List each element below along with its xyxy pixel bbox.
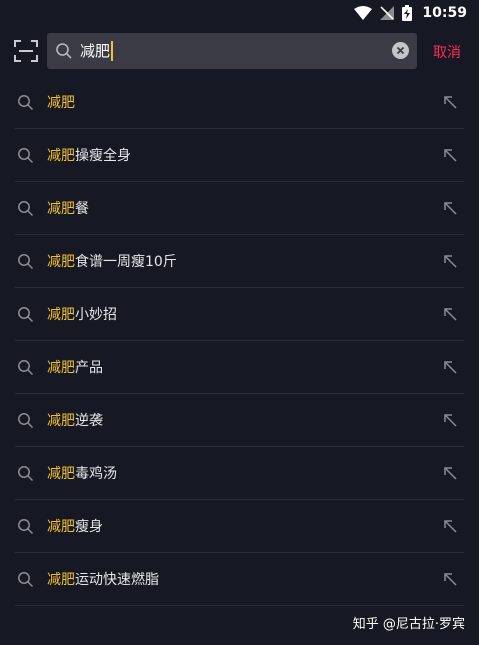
search-query[interactable]: 减肥 <box>80 40 114 61</box>
watermark: 知乎 @尼古拉·罗宾 <box>352 617 465 632</box>
suggestion-rest: 食谱一周瘦10斤 <box>75 254 177 270</box>
suggestion-item[interactable]: 减肥小妙招 <box>15 288 464 341</box>
suggestion-highlight: 减肥 <box>47 148 75 164</box>
suggestion-rest: 运动快速燃脂 <box>75 572 159 588</box>
suggestion-highlight: 减肥 <box>47 307 75 323</box>
fill-arrow-icon[interactable] <box>443 360 458 379</box>
no-signal-icon <box>380 6 395 20</box>
text-caret <box>111 40 114 61</box>
suggestion-text: 减肥瘦身 <box>47 516 103 536</box>
status-bar: 10:59 <box>0 0 479 26</box>
clear-icon[interactable] <box>392 42 409 59</box>
search-icon <box>17 359 34 380</box>
suggestion-item[interactable]: 减肥操瘦全身 <box>15 129 464 182</box>
fill-arrow-icon[interactable] <box>443 201 458 220</box>
fill-arrow-icon[interactable] <box>443 148 458 167</box>
suggestion-text: 减肥逆袭 <box>47 410 103 430</box>
fill-arrow-icon[interactable] <box>443 307 458 326</box>
suggestion-text: 减肥 <box>47 92 75 112</box>
suggestion-text: 减肥运动快速燃脂 <box>47 569 159 589</box>
fill-arrow-icon[interactable] <box>443 413 458 432</box>
suggestion-rest: 瘦身 <box>75 519 103 535</box>
suggestion-text: 减肥餐 <box>47 198 89 218</box>
search-icon <box>17 200 34 221</box>
search-icon <box>17 306 34 327</box>
search-icon <box>17 518 34 539</box>
suggestion-item[interactable]: 减肥运动快速燃脂 <box>15 553 464 606</box>
fill-arrow-icon[interactable] <box>443 466 458 485</box>
search-bar: 减肥 取消 <box>0 33 479 69</box>
suggestion-item[interactable]: 减肥餐 <box>15 182 464 235</box>
suggestion-highlight: 减肥 <box>47 572 75 588</box>
suggestion-highlight: 减肥 <box>47 360 75 376</box>
fill-arrow-icon[interactable] <box>443 95 458 114</box>
battery-charging-icon <box>402 5 413 21</box>
scan-icon[interactable] <box>14 40 38 62</box>
suggestion-item[interactable]: 减肥食谱一周瘦10斤 <box>15 235 464 288</box>
suggestion-item[interactable]: 减肥逆袭 <box>15 394 464 447</box>
fill-arrow-icon[interactable] <box>443 254 458 273</box>
cancel-button[interactable]: 取消 <box>433 42 461 62</box>
suggestion-text: 减肥食谱一周瘦10斤 <box>47 251 177 271</box>
wifi-icon <box>354 6 373 20</box>
search-icon <box>17 94 34 115</box>
fill-arrow-icon[interactable] <box>443 519 458 538</box>
suggestion-rest: 小妙招 <box>75 307 117 323</box>
suggestion-highlight: 减肥 <box>47 413 75 429</box>
search-icon <box>55 42 73 64</box>
suggestion-rest: 逆袭 <box>75 413 103 429</box>
suggestion-highlight: 减肥 <box>47 95 75 111</box>
suggestion-text: 减肥毒鸡汤 <box>47 463 117 483</box>
suggestion-rest: 毒鸡汤 <box>75 466 117 482</box>
suggestion-item[interactable]: 减肥产品 <box>15 341 464 394</box>
suggestion-list: 减肥 减肥操瘦全身 减肥餐 减肥食谱一周瘦10斤 减肥小妙招 减肥产品 减肥逆袭 减肥毒鸡汤减… <box>15 76 464 606</box>
suggestion-text: 减肥操瘦全身 <box>47 145 131 165</box>
suggestion-highlight: 减肥 <box>47 254 75 270</box>
suggestion-highlight: 减肥 <box>47 519 75 535</box>
suggestion-highlight: 减肥 <box>47 201 75 217</box>
suggestion-item[interactable]: 减肥 <box>15 76 464 129</box>
search-icon <box>17 571 34 592</box>
suggestion-item[interactable]: 减肥瘦身 <box>15 500 464 553</box>
status-time: 10:59 <box>422 5 467 21</box>
search-icon <box>17 412 34 433</box>
search-icon <box>17 465 34 486</box>
suggestion-text: 减肥产品 <box>47 357 103 377</box>
suggestion-item[interactable]: 减肥毒鸡汤 <box>15 447 464 500</box>
suggestion-rest: 餐 <box>75 201 89 217</box>
search-input[interactable]: 减肥 <box>47 33 417 69</box>
fill-arrow-icon[interactable] <box>443 572 458 591</box>
suggestion-rest: 产品 <box>75 360 103 376</box>
search-icon <box>17 147 34 168</box>
suggestion-highlight: 减肥 <box>47 466 75 482</box>
search-icon <box>17 253 34 274</box>
suggestion-text: 减肥小妙招 <box>47 304 117 324</box>
suggestion-rest: 操瘦全身 <box>75 148 131 164</box>
search-query-text: 减肥 <box>80 42 111 60</box>
